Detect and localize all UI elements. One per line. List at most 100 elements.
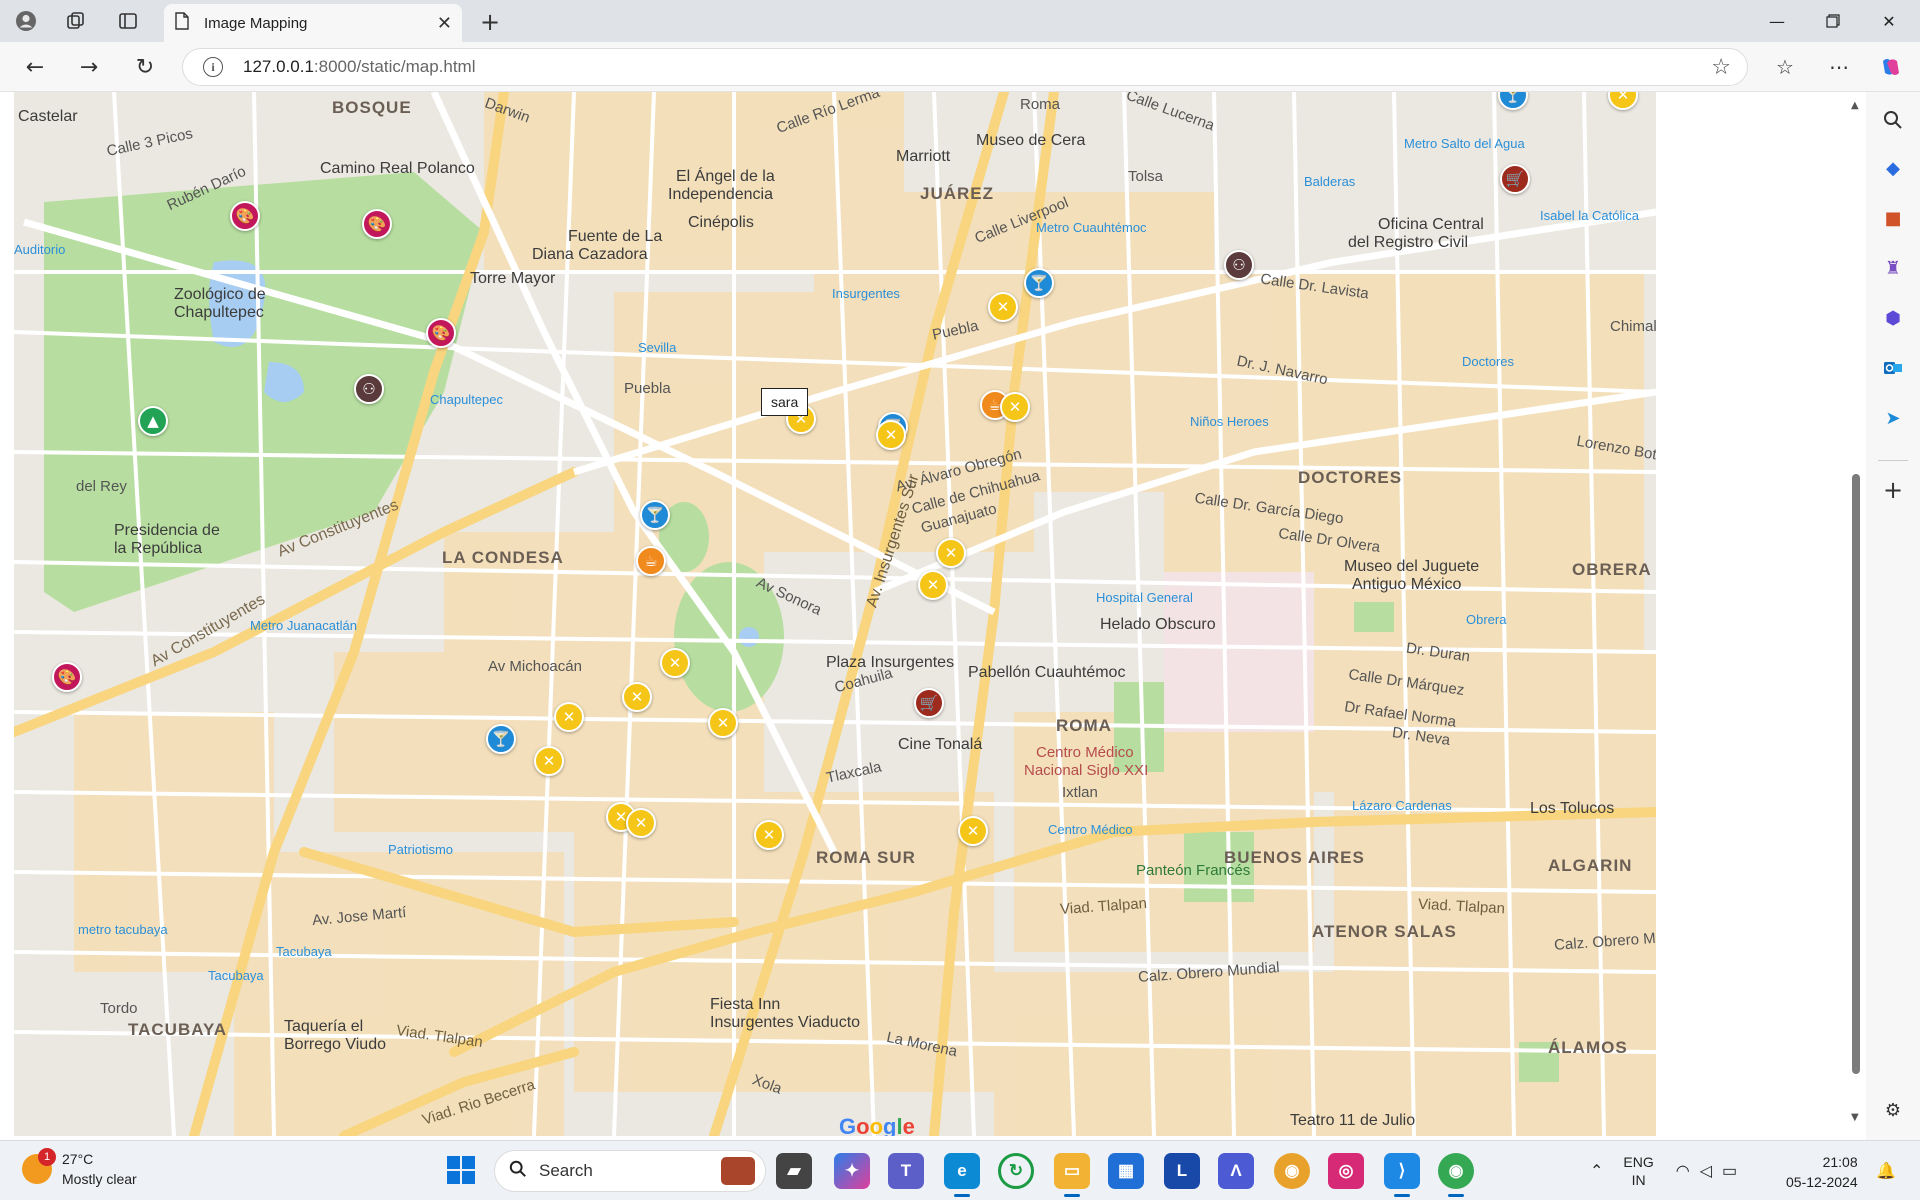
cocktail-icon[interactable]: 🍸 xyxy=(486,724,516,754)
utensils-icon[interactable]: ✕ xyxy=(918,570,948,600)
minimize-icon[interactable]: — xyxy=(1754,6,1800,36)
chevron-up-icon[interactable]: ⌃ xyxy=(1590,1161,1603,1181)
palette-icon[interactable]: 🎨 xyxy=(362,209,392,239)
clock-time: 21:08 xyxy=(1822,1154,1858,1170)
utensils-icon[interactable]: ✕ xyxy=(660,648,690,678)
taskbar-clock[interactable]: 21:08 05-12-2024 xyxy=(1786,1152,1858,1192)
metro-label: Patriotismo xyxy=(388,842,454,857)
palette-icon[interactable]: 🎨 xyxy=(52,662,82,692)
refresh-app-icon[interactable]: ↻ xyxy=(998,1153,1034,1189)
utensils-icon[interactable]: ✕ xyxy=(534,746,564,776)
restore-icon[interactable] xyxy=(1810,6,1856,36)
site-info-icon[interactable]: i xyxy=(203,57,223,77)
street-label: Ixtlan xyxy=(1062,784,1098,801)
poi-label: Teatro 11 de Julio xyxy=(1290,1112,1416,1129)
close-tab-icon[interactable]: ✕ xyxy=(437,13,452,34)
taskbar-search[interactable]: Search xyxy=(494,1150,766,1192)
weather-widget[interactable]: 1 27°C Mostly clear xyxy=(22,1148,137,1189)
metro-label: Isabel la Católica xyxy=(1540,208,1639,223)
utensils-icon[interactable]: ✕ xyxy=(1000,392,1030,422)
metro-label: Tacubaya xyxy=(208,968,264,983)
google-logo: Google xyxy=(839,1114,915,1136)
page-scrollbar[interactable]: ▲ ▼ xyxy=(1846,92,1866,1132)
file-explorer-icon[interactable]: ▭ xyxy=(1054,1153,1090,1197)
poi-label: Borrego Viudo xyxy=(284,1036,386,1053)
outlook-icon[interactable] xyxy=(1879,354,1907,382)
back-icon[interactable]: ← xyxy=(20,52,50,82)
binoculars-icon[interactable]: ⚇ xyxy=(354,374,384,404)
street-label: Chimal xyxy=(1610,318,1656,335)
poi-label: Panteón Francés xyxy=(1136,862,1251,879)
language-indicator[interactable]: ENG IN xyxy=(1623,1153,1653,1189)
volume-icon[interactable]: ◁ xyxy=(1700,1161,1712,1181)
close-window-icon[interactable]: ✕ xyxy=(1866,6,1912,36)
l-app-icon[interactable]: L xyxy=(1164,1153,1200,1189)
battery-icon[interactable]: ▭ xyxy=(1722,1161,1737,1181)
street-label: Tolsa xyxy=(1128,168,1164,185)
forward-icon[interactable]: → xyxy=(74,52,104,82)
address-bar[interactable]: i 127.0.0.1:8000/static/map.html ☆ xyxy=(182,48,1748,86)
add-icon[interactable]: + xyxy=(1879,476,1907,504)
edge-sidebar: ◆ ■ ♜ ⬢ ➤ + ⚙ xyxy=(1866,92,1920,1140)
new-tab-icon[interactable]: + xyxy=(476,8,504,36)
utensils-icon[interactable]: ✕ xyxy=(958,816,988,846)
vscode-icon[interactable]: ⟩ xyxy=(1384,1153,1420,1197)
more-options-icon[interactable]: ⋯ xyxy=(1824,52,1854,82)
instagram-icon[interactable]: ◎ xyxy=(1328,1153,1364,1189)
tag-icon[interactable]: ◆ xyxy=(1879,154,1907,182)
utensils-icon[interactable]: ✕ xyxy=(708,708,738,738)
briefcase-icon[interactable]: ■ xyxy=(1879,204,1907,232)
gear-icon[interactable]: ⚙ xyxy=(1879,1096,1907,1124)
cocktail-icon[interactable]: 🍸 xyxy=(640,500,670,530)
windows-taskbar: 1 27°C Mostly clear Search ▰ ✦ T e ↻ ▭ ▦… xyxy=(0,1140,1920,1200)
profile-icon[interactable] xyxy=(12,7,40,35)
utensils-icon[interactable]: ✕ xyxy=(876,420,906,450)
sidebar-divider xyxy=(1878,460,1908,461)
wifi-icon[interactable]: ◠ xyxy=(1676,1161,1690,1181)
task-view-icon[interactable]: ▰ xyxy=(776,1153,812,1189)
poi-label: Castelar xyxy=(18,108,78,125)
google-map[interactable]: BOSQUE JUÁREZ LA CONDESA DOCTORES OBRERA… xyxy=(14,92,1656,1136)
scrollbar-thumb[interactable] xyxy=(1852,474,1860,1074)
palette-icon[interactable]: 🎨 xyxy=(426,318,456,348)
copilot-icon[interactable] xyxy=(1876,52,1906,82)
favorites-icon[interactable]: ☆ xyxy=(1770,52,1800,82)
utensils-icon[interactable]: ✕ xyxy=(622,682,652,712)
utensils-icon[interactable]: ✕ xyxy=(554,702,584,732)
poi-label: Chapultepec xyxy=(174,304,264,321)
search-icon[interactable] xyxy=(1879,106,1907,134)
cart-icon[interactable]: 🛒 xyxy=(1500,164,1530,194)
utensils-icon[interactable]: ✕ xyxy=(626,808,656,838)
copilot-app-icon[interactable]: ✦ xyxy=(834,1153,870,1189)
chess-icon[interactable]: ♜ xyxy=(1879,254,1907,282)
palette-icon[interactable]: 🎨 xyxy=(230,201,260,231)
utensils-icon[interactable]: ✕ xyxy=(936,538,966,568)
binoculars-icon[interactable]: ⚇ xyxy=(1224,250,1254,280)
area-label: ATENOR SALAS xyxy=(1312,922,1457,941)
m365-icon[interactable]: ⬢ xyxy=(1879,304,1907,332)
refresh-icon[interactable]: ↻ xyxy=(130,52,160,82)
area-label: OBRERA xyxy=(1572,560,1652,579)
scroll-up-icon[interactable]: ▲ xyxy=(1851,100,1859,111)
utensils-icon[interactable]: ✕ xyxy=(754,820,784,850)
favorite-star-icon[interactable]: ☆ xyxy=(1711,55,1731,80)
windows-start-icon[interactable] xyxy=(446,1155,476,1185)
send-icon[interactable]: ➤ xyxy=(1879,404,1907,432)
coffee-icon[interactable]: ☕ xyxy=(636,546,666,576)
chrome-icon[interactable]: ◉ xyxy=(1438,1153,1474,1197)
chrome-icon[interactable]: ◉ xyxy=(1274,1153,1310,1189)
scroll-down-icon[interactable]: ▼ xyxy=(1851,1112,1859,1123)
utensils-icon[interactable]: ✕ xyxy=(988,292,1018,322)
store-icon[interactable]: ▦ xyxy=(1108,1153,1144,1189)
workspaces-icon[interactable] xyxy=(62,7,90,35)
a-app-icon[interactable]: Λ xyxy=(1218,1153,1254,1189)
notification-bell-icon[interactable]: 🔔 xyxy=(1876,1161,1896,1180)
area-label: ROMA xyxy=(1056,716,1112,735)
teams-icon[interactable]: T xyxy=(888,1153,924,1189)
tab-image-mapping[interactable]: Image Mapping ✕ xyxy=(164,4,462,42)
tab-actions-icon[interactable] xyxy=(114,7,142,35)
cart-icon[interactable]: 🛒 xyxy=(914,688,944,718)
cocktail-icon[interactable]: 🍸 xyxy=(1024,268,1054,298)
edge-icon[interactable]: e xyxy=(944,1153,980,1197)
tree-icon[interactable]: ▲ xyxy=(138,406,168,436)
